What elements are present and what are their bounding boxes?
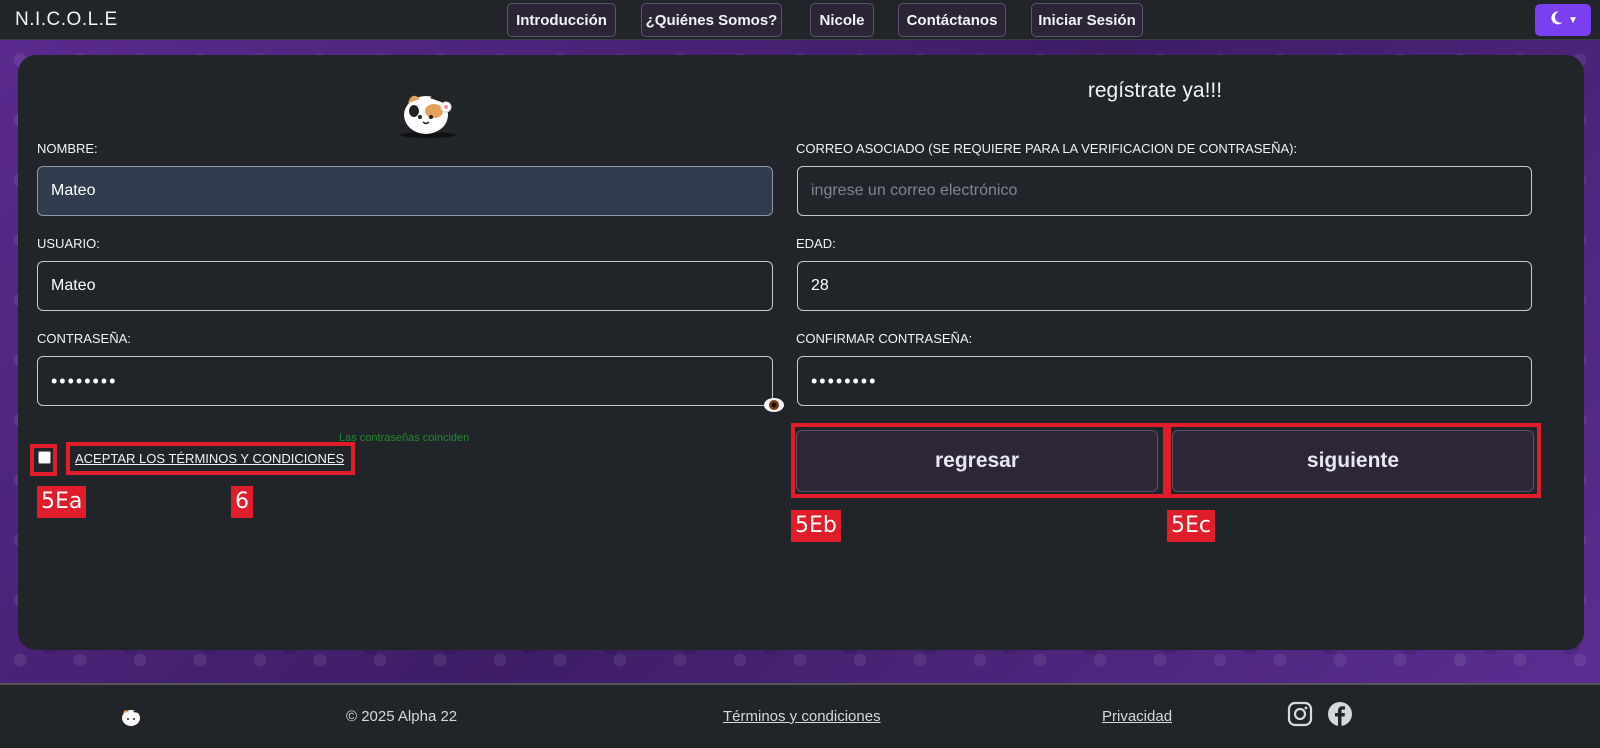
nombre-input[interactable] bbox=[37, 166, 773, 216]
password-label: CONTRASEÑA: bbox=[37, 331, 131, 346]
instagram-icon[interactable] bbox=[1287, 701, 1313, 727]
annotation-box-5ec bbox=[1167, 423, 1541, 498]
terms-footer-link[interactable]: Términos y condiciones bbox=[723, 708, 881, 725]
nombre-label: NOMBRE: bbox=[37, 141, 98, 156]
nav-nicole[interactable]: Nicole bbox=[810, 3, 874, 37]
registration-card: regístrate ya!!! NOMBRE: CORREO ASOCIADO… bbox=[18, 55, 1584, 650]
navbar: N.I.C.O.L.E Introducción ¿Quiénes Somos?… bbox=[0, 0, 1600, 40]
form-title: regístrate ya!!! bbox=[1087, 79, 1223, 102]
annotation-box-5ea bbox=[30, 444, 57, 476]
footer: © 2025 Alpha 22 Términos y condiciones P… bbox=[0, 683, 1600, 748]
facebook-icon[interactable] bbox=[1327, 701, 1353, 727]
confirm-password-label: CONFIRMAR CONTRASEÑA: bbox=[796, 331, 973, 346]
annotation-tag-5eb: 5Eb bbox=[791, 510, 841, 542]
theme-toggle-button[interactable]: ▼ bbox=[1535, 4, 1591, 36]
password-input[interactable] bbox=[37, 356, 773, 406]
eye-icon[interactable] bbox=[761, 392, 787, 418]
nav-introduccion[interactable]: Introducción bbox=[507, 3, 616, 37]
password-match-message: Las contraseñas coinciden bbox=[339, 432, 470, 444]
annotation-tag-5ec: 5Ec bbox=[1167, 510, 1215, 542]
usuario-input[interactable] bbox=[37, 261, 773, 311]
edad-label: EDAD: bbox=[796, 236, 836, 251]
brand-logo[interactable]: N.I.C.O.L.E bbox=[15, 9, 118, 31]
confirm-password-input[interactable] bbox=[797, 356, 1532, 406]
annotation-box-6 bbox=[66, 442, 355, 475]
annotation-box-5eb bbox=[791, 423, 1167, 498]
chevron-down-icon: ▼ bbox=[1568, 14, 1578, 26]
annotation-tag-5ea: 5Ea bbox=[37, 486, 87, 518]
nav-quienes-somos[interactable]: ¿Quiénes Somos? bbox=[641, 3, 782, 37]
correo-input[interactable] bbox=[797, 166, 1532, 216]
annotation-tag-6: 6 bbox=[231, 486, 253, 518]
copyright-text: © 2025 Alpha 22 bbox=[346, 708, 458, 725]
moon-icon bbox=[1548, 10, 1564, 31]
usuario-label: USUARIO: bbox=[37, 236, 100, 251]
correo-label: CORREO ASOCIADO (SE REQUIERE PARA LA VER… bbox=[796, 141, 1298, 156]
footer-mascot-logo bbox=[120, 707, 142, 727]
mascot-logo bbox=[398, 85, 458, 139]
nav-contactanos[interactable]: Contáctanos bbox=[898, 3, 1006, 37]
privacy-footer-link[interactable]: Privacidad bbox=[1102, 708, 1172, 725]
nav-iniciar-sesion[interactable]: Iniciar Sesión bbox=[1031, 3, 1143, 37]
edad-input[interactable] bbox=[797, 261, 1532, 311]
